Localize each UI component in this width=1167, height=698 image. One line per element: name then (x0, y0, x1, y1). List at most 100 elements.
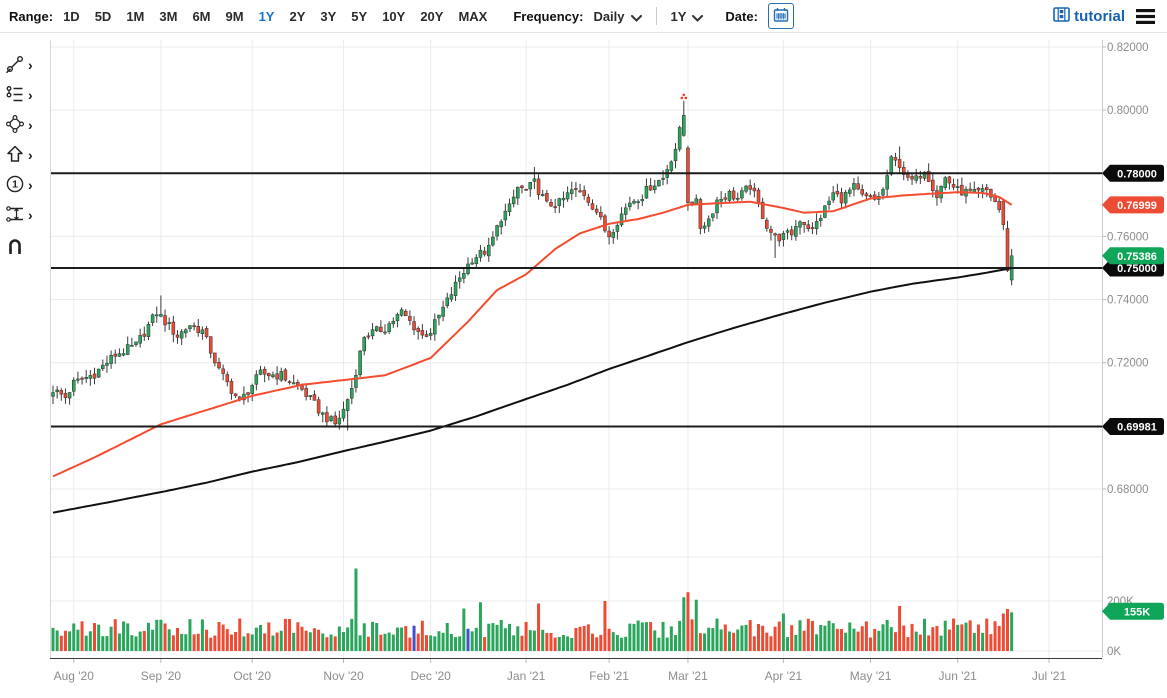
trend-line-tool-button[interactable]: › (5, 52, 47, 78)
candle-body (188, 326, 191, 329)
volume-bar (483, 637, 486, 651)
price-axis-label: 0.82000 (1107, 42, 1149, 54)
volume-bar (765, 633, 768, 651)
range-button-2y[interactable]: 2Y (289, 9, 305, 24)
candle-body (533, 179, 536, 182)
grouping-dropdown[interactable]: 1Y (671, 8, 704, 25)
volume-bar (998, 626, 1001, 651)
candle-body (222, 369, 225, 374)
brand-logo[interactable]: tutorial (1053, 6, 1125, 27)
candle-body (579, 191, 582, 192)
shape-tool-button[interactable]: › (5, 112, 47, 138)
volume-axis-label: 0K (1107, 646, 1121, 658)
candle-body (483, 251, 486, 254)
hamburger-icon (1136, 12, 1155, 27)
candle-body (977, 188, 980, 190)
volume-bar (471, 631, 474, 651)
candle-body (313, 395, 316, 401)
candle-body (558, 199, 561, 206)
date-picker-button[interactable] (768, 3, 794, 29)
volume-bar (902, 626, 905, 651)
volume-bar (799, 620, 802, 651)
volume-bar (367, 637, 370, 651)
range-button-3m[interactable]: 3M (159, 9, 177, 24)
volume-bar (89, 631, 92, 651)
range-button-1m[interactable]: 1M (126, 9, 144, 24)
candle-body (628, 203, 631, 207)
range-button-6m[interactable]: 6M (192, 9, 210, 24)
range-button-20y[interactable]: 20Y (420, 9, 443, 24)
candle-body (130, 345, 133, 346)
volume-bar (114, 619, 117, 651)
volume-bar (574, 628, 577, 651)
candle-body (363, 337, 366, 350)
volume-bar (288, 619, 291, 651)
range-button-10y[interactable]: 10Y (382, 9, 405, 24)
candle-body (794, 226, 797, 236)
frequency-dropdown[interactable]: Daily (593, 8, 641, 25)
range-button-5y[interactable]: 5Y (351, 9, 367, 24)
volume-bar (292, 633, 295, 651)
volume-bar (52, 628, 55, 651)
volume-bar (354, 569, 357, 652)
range-button-9m[interactable]: 9M (226, 9, 244, 24)
volume-bar (550, 633, 553, 651)
volume-bar (674, 635, 677, 651)
candle-body (703, 226, 706, 228)
candle-body (919, 176, 922, 178)
arrow-tool-icon (5, 144, 25, 167)
candle-body (93, 374, 96, 378)
menu-button[interactable] (1134, 7, 1157, 26)
volume-bar (296, 622, 299, 651)
volume-bar (122, 621, 125, 651)
candle-body (471, 263, 474, 264)
candle-body (603, 216, 606, 231)
volume-bar (728, 632, 731, 651)
levels-tool-button[interactable]: › (5, 202, 47, 228)
volume-bar (554, 638, 557, 651)
range-button-1d[interactable]: 1D (63, 9, 80, 24)
candle-body (886, 176, 889, 190)
volume-bar (989, 634, 992, 651)
range-button-5d[interactable]: 5D (95, 9, 112, 24)
candle-body (118, 354, 121, 357)
price-chart[interactable]: Aug '20Sep '20Oct '20Nov '20Dec '20Jan '… (0, 0, 1167, 698)
candle-body (707, 219, 710, 226)
candle-body (728, 191, 731, 200)
candle-body (317, 400, 320, 413)
candle-body (807, 225, 810, 229)
range-button-max[interactable]: MAX (458, 9, 487, 24)
sell-marker (681, 97, 684, 100)
volume-bar (309, 632, 312, 651)
volume-bar (848, 622, 851, 651)
toolbar: Range: 1D5D1M3M6M9M1Y2Y3Y5Y10Y20YMAX Fre… (0, 0, 1167, 33)
volume-bar (110, 627, 113, 651)
candle-body (566, 193, 569, 199)
volume-bar (359, 635, 362, 651)
volume-bar (545, 633, 548, 651)
volume-bar (595, 637, 598, 651)
volume-bar (118, 634, 121, 651)
candle-body (218, 362, 221, 368)
range-button-3y[interactable]: 3Y (320, 9, 336, 24)
volume-bar (97, 625, 100, 651)
volume-bar (973, 633, 976, 651)
x-axis-label: Sep '20 (141, 669, 182, 683)
volume-bar (197, 634, 200, 651)
volume-bar (1010, 612, 1013, 651)
arrow-tool-button[interactable]: › (5, 142, 47, 168)
volume-bar (620, 638, 623, 651)
chevron-right-icon: › (28, 88, 33, 102)
range-selector: 1D 5D 1M 3M 6M 9M 1Y 2Y 3Y 5Y 10Y 20Y MAX (63, 9, 487, 24)
volume-bar (886, 620, 889, 651)
number-annotation-tool-button[interactable]: 1› (5, 172, 47, 198)
candle-body (616, 225, 619, 231)
levels-tool-icon (5, 204, 25, 227)
volume-bar (612, 632, 615, 651)
drawings-list-tool-button[interactable]: › (5, 82, 47, 108)
range-button-1y[interactable]: 1Y (259, 9, 275, 24)
magnet-tool-button[interactable] (5, 234, 47, 260)
volume-bar (691, 619, 694, 651)
volume-bar (271, 636, 274, 651)
volume-bar (346, 627, 349, 651)
